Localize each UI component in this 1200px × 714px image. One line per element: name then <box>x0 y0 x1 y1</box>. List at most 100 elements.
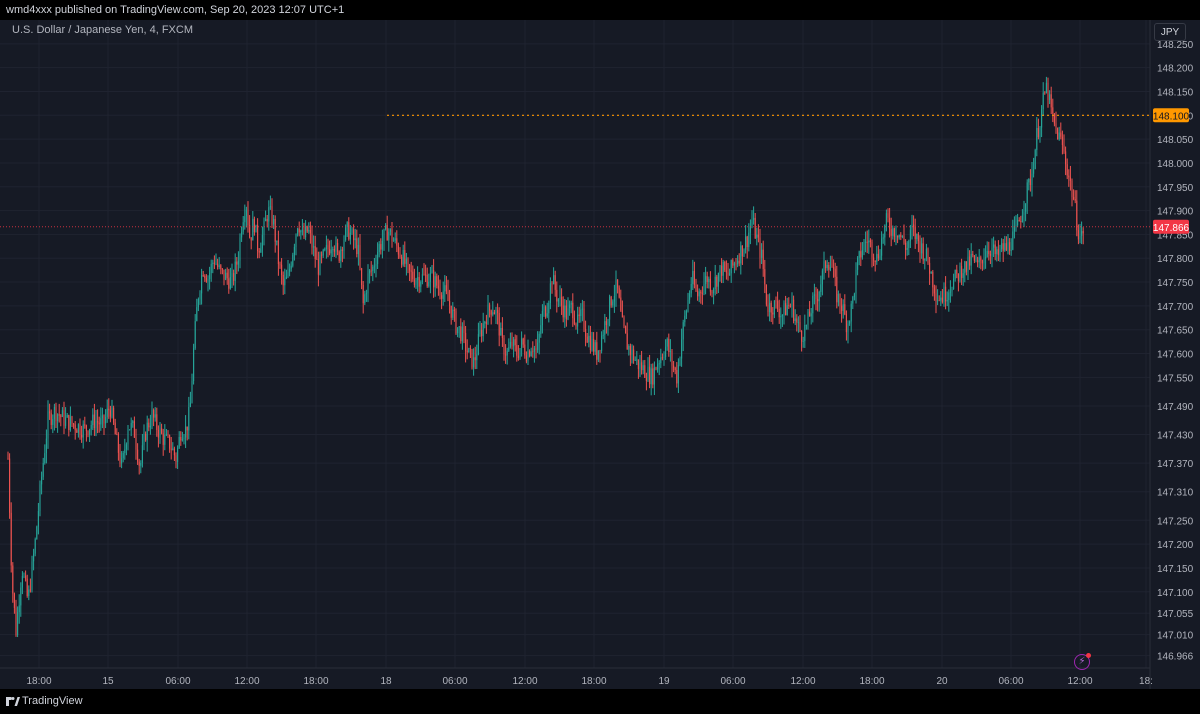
candle-body <box>353 229 355 241</box>
candle-body <box>522 338 524 345</box>
candle-body <box>530 351 532 357</box>
candle-body <box>466 350 468 353</box>
candle-body <box>109 410 111 417</box>
candle-body <box>655 367 657 370</box>
candle-body <box>743 249 745 257</box>
candle-body <box>844 304 846 315</box>
candle-body <box>245 209 247 217</box>
candle-body <box>765 284 767 305</box>
candle-body <box>20 587 22 606</box>
candle-body <box>815 294 817 300</box>
x-tick-label: 18:00 <box>859 676 884 687</box>
candle-body <box>87 431 89 435</box>
candle-body <box>63 410 65 426</box>
candle-body <box>725 270 727 273</box>
currency-button[interactable]: JPY <box>1154 23 1186 41</box>
candle-body <box>970 254 972 266</box>
candle-body <box>1015 225 1017 226</box>
candle-body <box>839 294 841 306</box>
candle-body <box>345 227 347 241</box>
candle-body <box>57 414 59 422</box>
candle-body <box>309 230 311 234</box>
candle-body <box>535 348 537 350</box>
chart-area[interactable]: 148.250148.200148.150148.100148.050148.0… <box>0 20 1200 689</box>
candle-body <box>452 309 454 318</box>
y-tick-label: 147.550 <box>1157 373 1194 384</box>
candle-body <box>317 259 319 275</box>
candle-body <box>460 326 462 342</box>
candle-body <box>905 242 907 250</box>
candle-body <box>372 266 374 272</box>
candle-body <box>228 278 230 289</box>
candle-body <box>980 257 982 261</box>
candle-body <box>226 272 228 279</box>
candle-body <box>837 294 839 303</box>
candle-body <box>543 306 545 311</box>
candle-body <box>223 269 225 280</box>
candle-body <box>79 424 81 435</box>
bolt-icon[interactable]: ⚡ <box>1074 653 1091 670</box>
candle-body <box>1033 168 1035 174</box>
candle-body <box>538 333 540 343</box>
x-tick-label: 12:00 <box>790 676 815 687</box>
candle-body <box>167 434 169 436</box>
candle-body <box>892 228 894 236</box>
candle-body <box>793 299 795 321</box>
candle-body <box>957 273 959 281</box>
candle-body <box>889 217 891 230</box>
candle-body <box>956 269 958 274</box>
candle-body <box>337 242 339 252</box>
candle-body <box>615 279 617 297</box>
candle-body <box>130 422 132 430</box>
candle-body <box>82 424 84 438</box>
candle-body <box>329 249 331 254</box>
y-tick-label: 147.100 <box>1157 588 1194 599</box>
candle-body <box>1052 107 1054 114</box>
candle-body <box>925 248 927 259</box>
candle-body <box>613 296 615 302</box>
candle-body <box>188 406 190 431</box>
candle-body <box>461 326 463 342</box>
candle-body <box>1023 211 1025 216</box>
candle-body <box>788 305 790 306</box>
candle-body <box>244 216 246 223</box>
candle-body <box>516 345 518 356</box>
candle-body <box>927 248 929 263</box>
candle-body <box>741 245 743 257</box>
candle-body <box>962 273 964 278</box>
candle-body <box>375 263 377 267</box>
candle-body <box>218 265 220 267</box>
candle-body <box>436 276 438 286</box>
candle-body <box>514 339 516 346</box>
candle-body <box>780 316 782 318</box>
candle-body <box>439 288 441 296</box>
candle-body <box>497 310 499 313</box>
candle-body <box>775 300 777 302</box>
candle-body <box>161 428 163 434</box>
candle-body <box>447 291 449 301</box>
y-tick-label: 147.010 <box>1157 631 1194 642</box>
candle-body <box>1074 198 1076 201</box>
candle-body <box>689 293 691 300</box>
candle-body <box>964 261 966 274</box>
candle-body <box>737 260 739 265</box>
candle-body <box>425 274 427 276</box>
candle-body <box>1060 132 1062 137</box>
candle-body <box>28 589 30 596</box>
y-tick-label: 147.650 <box>1157 326 1194 337</box>
candle-body <box>716 276 718 287</box>
candle-body <box>412 271 414 280</box>
candle-body <box>913 224 915 228</box>
x-tick-label: 12:00 <box>234 676 259 687</box>
price-chart[interactable]: 148.250148.200148.150148.100148.050148.0… <box>0 20 1200 689</box>
candle-body <box>759 237 761 258</box>
candle-body <box>92 414 94 426</box>
candle-body <box>37 511 39 527</box>
candle-body <box>941 297 943 303</box>
candle-body <box>564 305 566 318</box>
y-tick-label: 146.966 <box>1157 652 1194 663</box>
candle-body <box>210 263 212 273</box>
candle-body <box>757 234 759 238</box>
candle-body <box>605 321 607 326</box>
candle-body <box>463 326 465 334</box>
